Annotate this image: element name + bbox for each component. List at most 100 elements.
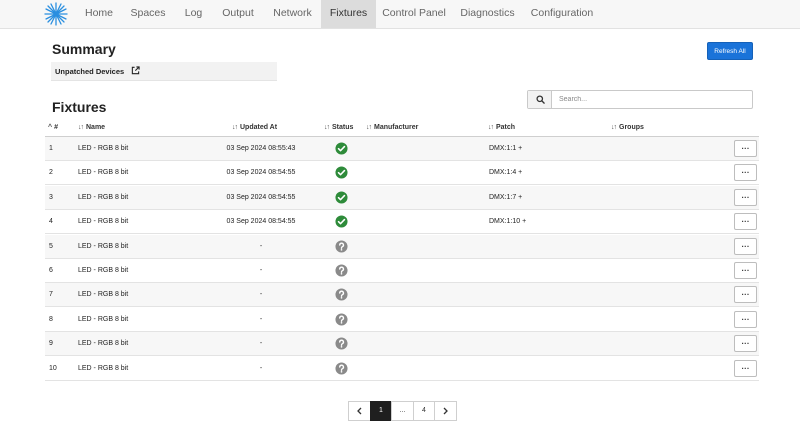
table-row[interactable]: 1 LED - RGB 8 bit 03 Sep 2024 08:55:43 DMX:…	[45, 137, 759, 161]
table-row[interactable]: 10 LED - RGB 8 bit - ···	[45, 357, 759, 381]
check-circle-icon	[335, 215, 348, 228]
row-actions-button[interactable]: ···	[734, 359, 757, 377]
row-patch[interactable]: DMX:1:7 +	[489, 194, 522, 201]
top-navbar: Home Spaces Log Output Network Fixtures …	[0, 0, 800, 29]
row-updated-at: -	[259, 364, 263, 372]
row-name: LED - RGB 8 bit	[78, 242, 129, 250]
search-button[interactable]	[528, 91, 552, 108]
nav-item-output[interactable]: Output	[215, 0, 261, 28]
row-number: 2	[49, 169, 53, 177]
question-circle-icon	[335, 313, 348, 326]
column-header-updated-at[interactable]: ↓↑ Updated At	[232, 124, 277, 131]
nav-item-log[interactable]: Log	[176, 0, 211, 28]
row-updated-at: 03 Sep 2024 08:54:55	[226, 169, 296, 177]
row-updated-at: 03 Sep 2024 08:54:55	[226, 218, 296, 226]
column-header-number[interactable]: ^ #	[48, 124, 58, 131]
table-row[interactable]: 2 LED - RGB 8 bit 03 Sep 2024 08:54:55 DMX:…	[45, 161, 759, 186]
row-name: LED - RGB 8 bit	[78, 364, 129, 372]
row-number: 5	[49, 242, 53, 250]
row-name: LED - RGB 8 bit	[78, 145, 129, 152]
column-header-groups[interactable]: ↓↑ Groups	[611, 124, 644, 131]
table-row[interactable]: 4 LED - RGB 8 bit 03 Sep 2024 08:54:55 DMX:…	[45, 210, 759, 235]
summary-heading: Summary	[52, 41, 116, 57]
table-row[interactable]: 7 LED - RGB 8 bit - ···	[45, 283, 759, 308]
chevron-right-icon	[443, 407, 448, 415]
row-patch[interactable]: DMX:1:1 +	[489, 145, 522, 152]
row-number: 4	[49, 218, 53, 226]
table-row[interactable]: 8 LED - RGB 8 bit - ···	[45, 308, 759, 332]
row-actions-button[interactable]: ···	[734, 335, 757, 353]
column-header-name[interactable]: ↓↑ Name	[78, 124, 105, 131]
row-updated-at: 03 Sep 2024 08:55:43	[226, 145, 296, 152]
nav-item-home[interactable]: Home	[78, 0, 120, 28]
column-header-manufacturer[interactable]: ↓↑ Manufacturer	[366, 124, 418, 131]
row-actions-button[interactable]: ···	[734, 140, 757, 157]
table-header: ^ # ↓↑ Name ↓↑ Updated At ↓↑ Status ↓↑ Manufa…	[45, 121, 759, 137]
refresh-all-button[interactable]: Refresh All	[707, 42, 753, 60]
row-number: 3	[49, 193, 53, 201]
search-group	[527, 90, 753, 109]
question-circle-icon	[335, 240, 348, 253]
unpatched-devices-link[interactable]: Unpatched Devices	[55, 67, 124, 76]
row-name: LED - RGB 8 bit	[78, 315, 129, 323]
row-name: LED - RGB 8 bit	[78, 169, 129, 177]
nav-item-fixtures[interactable]: Fixtures	[321, 0, 376, 28]
pagination-prev-button[interactable]	[348, 401, 371, 421]
table-row[interactable]: 9 LED - RGB 8 bit - ···	[45, 332, 759, 357]
row-updated-at: -	[259, 315, 263, 323]
starburst-logo-icon[interactable]	[44, 2, 68, 26]
row-updated-at: 03 Sep 2024 08:54:55	[226, 193, 296, 201]
column-header-status[interactable]: ↓↑ Status	[324, 124, 353, 131]
external-link-icon[interactable]	[131, 66, 140, 75]
question-circle-icon	[335, 288, 348, 301]
table-row[interactable]: 5 LED - RGB 8 bit - ···	[45, 234, 759, 259]
sort-up-icon: ^	[48, 124, 52, 131]
check-circle-icon	[335, 191, 348, 204]
row-patch[interactable]: DMX:1:10 +	[489, 218, 526, 225]
row-updated-at: -	[259, 242, 263, 250]
nav-item-diagnostics[interactable]: Diagnostics	[455, 0, 520, 28]
row-name: LED - RGB 8 bit	[78, 267, 129, 274]
sort-arrows-icon: ↓↑	[78, 124, 84, 131]
table-row[interactable]: 3 LED - RGB 8 bit 03 Sep 2024 08:54:55 DMX:…	[45, 185, 759, 210]
column-header-patch[interactable]: ↓↑ Patch	[488, 124, 515, 131]
fixtures-heading: Fixtures	[52, 99, 107, 115]
row-updated-at: -	[259, 267, 263, 274]
search-icon	[536, 95, 545, 104]
sort-arrows-icon: ↓↑	[366, 124, 372, 131]
row-number: 1	[49, 145, 53, 152]
sort-arrows-icon: ↓↑	[611, 124, 617, 131]
row-number: 7	[49, 291, 53, 299]
row-actions-button[interactable]: ···	[734, 188, 757, 206]
sort-arrows-icon: ↓↑	[232, 124, 238, 131]
nav-item-spaces[interactable]: Spaces	[124, 0, 172, 28]
row-actions-button[interactable]: ···	[734, 262, 757, 279]
row-name: LED - RGB 8 bit	[78, 193, 129, 201]
row-number: 8	[49, 315, 53, 323]
pagination-page-1[interactable]: 1	[370, 401, 392, 421]
row-updated-at: -	[259, 340, 263, 348]
row-actions-button[interactable]: ···	[734, 286, 757, 304]
pagination-page-4[interactable]: 4	[413, 401, 435, 421]
nav-item-network[interactable]: Network	[265, 0, 320, 28]
question-circle-icon	[335, 264, 348, 277]
pagination-next-button[interactable]	[434, 401, 457, 421]
row-number: 9	[49, 340, 53, 348]
question-circle-icon	[335, 337, 348, 350]
row-actions-button[interactable]: ···	[734, 310, 757, 328]
summary-panel: Unpatched Devices	[51, 62, 277, 81]
row-name: LED - RGB 8 bit	[78, 218, 129, 226]
row-actions-button[interactable]: ···	[734, 237, 757, 255]
row-actions-button[interactable]: ···	[734, 164, 757, 182]
nav-item-configuration[interactable]: Configuration	[527, 0, 597, 28]
row-name: LED - RGB 8 bit	[78, 340, 129, 348]
row-updated-at: -	[259, 291, 263, 299]
pagination-ellipsis: ...	[391, 401, 414, 421]
row-actions-button[interactable]: ···	[734, 213, 757, 231]
row-number: 10	[49, 364, 57, 372]
nav-item-control-panel[interactable]: Control Panel	[380, 0, 448, 28]
search-input[interactable]	[553, 91, 752, 108]
row-patch[interactable]: DMX:1:4 +	[489, 169, 522, 176]
row-name: LED - RGB 8 bit	[78, 291, 129, 299]
table-row[interactable]: 6 LED - RGB 8 bit - ···	[45, 259, 759, 283]
